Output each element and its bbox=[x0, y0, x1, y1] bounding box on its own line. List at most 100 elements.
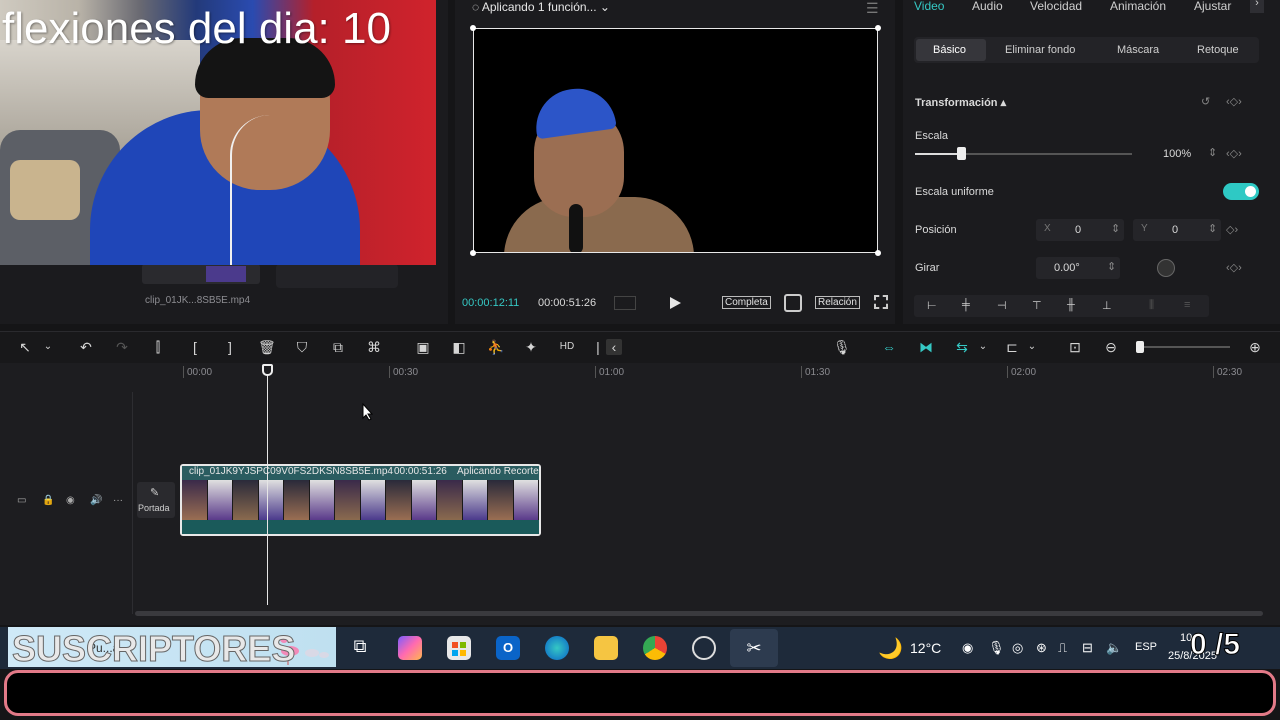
linkage-dropdown-icon[interactable]: ⌄ bbox=[975, 339, 991, 355]
tab-speed[interactable]: Velocidad bbox=[1030, 0, 1082, 13]
align-bottom-icon[interactable]: ⊥ bbox=[1102, 299, 1116, 313]
delete-icon[interactable]: 🗑 bbox=[258, 339, 276, 355]
obs-icon[interactable] bbox=[692, 636, 716, 660]
select-dropdown-icon[interactable]: ⌄ bbox=[40, 339, 56, 355]
rotate-keyframe-icon[interactable]: ‹◇› bbox=[1226, 261, 1242, 274]
edge-icon[interactable] bbox=[545, 636, 569, 660]
timeline-scrollbar[interactable] bbox=[135, 611, 1263, 616]
linkage-icon[interactable]: ⇆ bbox=[954, 339, 970, 355]
scale-slider-knob[interactable] bbox=[956, 147, 966, 160]
undo-icon[interactable]: ↶ bbox=[78, 339, 94, 355]
obs-tray-icon[interactable]: ◎ bbox=[1012, 640, 1023, 656]
tabs-next-icon[interactable]: › bbox=[1250, 0, 1264, 13]
distribute-h-icon: ⫼ bbox=[1149, 299, 1155, 311]
scale-keyframe-icon[interactable]: ‹◇› bbox=[1226, 147, 1242, 160]
zoom-out-icon[interactable]: ⊖ bbox=[1103, 339, 1119, 355]
main-track-magnet-icon[interactable]: ⇔ bbox=[881, 339, 897, 355]
align-top-icon[interactable]: ⊤ bbox=[1032, 299, 1046, 313]
video-preview[interactable] bbox=[473, 28, 878, 253]
align-center-h-icon[interactable]: ╪ bbox=[962, 299, 976, 313]
eye-icon[interactable]: ◉ bbox=[66, 495, 75, 506]
rotate-stepper-icon[interactable]: ⇕ bbox=[1107, 260, 1116, 273]
keyframe-nav-icon[interactable]: ‹◇› bbox=[1226, 95, 1242, 108]
subtab-mask[interactable]: Máscara bbox=[1117, 44, 1159, 56]
mirror-icon[interactable]: ◧ bbox=[451, 339, 467, 355]
resize-handle-tr[interactable] bbox=[875, 25, 881, 31]
auto-snap-icon[interactable]: ⧓ bbox=[918, 339, 934, 355]
more-icon[interactable]: ··· bbox=[113, 495, 123, 506]
rotate-dial-icon[interactable] bbox=[1157, 259, 1175, 277]
freeze-frame-icon[interactable]: ▣ bbox=[415, 339, 431, 355]
fit-to-screen-icon[interactable] bbox=[784, 294, 802, 312]
scale-value[interactable]: 100% bbox=[1163, 148, 1191, 160]
capcut-icon[interactable]: ✂ bbox=[742, 636, 766, 660]
preview-axis-icon[interactable]: ⊏ bbox=[1004, 339, 1020, 355]
zoom-in-icon[interactable]: ⊕ bbox=[1247, 339, 1263, 355]
magic-wand-icon[interactable]: ✦ bbox=[523, 339, 539, 355]
subtab-retouch[interactable]: Retoque bbox=[1197, 44, 1239, 56]
shield-icon[interactable]: ⛉ bbox=[294, 339, 310, 355]
preview-axis-dropdown-icon[interactable]: ⌄ bbox=[1024, 339, 1040, 355]
steam-icon[interactable]: ⊛ bbox=[1036, 640, 1047, 656]
aspect-ratio-button[interactable]: Relación bbox=[815, 296, 860, 309]
tab-adjust[interactable]: Ajustar bbox=[1194, 0, 1231, 13]
tab-audio[interactable]: Audio bbox=[972, 0, 1003, 13]
microsoft-store-icon[interactable] bbox=[447, 636, 471, 660]
zoom-slider-knob[interactable] bbox=[1136, 341, 1144, 353]
resize-handle-tl[interactable] bbox=[470, 25, 476, 31]
align-left-icon[interactable]: ⊢ bbox=[927, 299, 941, 313]
section-title-transform[interactable]: Transformación ▴ bbox=[915, 96, 1006, 109]
subtab-remove-background[interactable]: Eliminar fondo bbox=[1005, 44, 1075, 56]
select-cursor-icon[interactable]: ↖ bbox=[17, 339, 33, 355]
trim-right-icon[interactable]: ] bbox=[222, 339, 238, 355]
align-center-v-icon[interactable]: ╫ bbox=[1067, 299, 1081, 313]
resize-handle-br[interactable] bbox=[875, 250, 881, 256]
align-right-icon[interactable]: ⊣ bbox=[997, 299, 1011, 313]
usb-icon[interactable]: ⎍ bbox=[1058, 640, 1067, 656]
outlook-icon[interactable]: O bbox=[496, 636, 520, 660]
weather-temp[interactable]: 12°C bbox=[910, 640, 941, 656]
media-bin-thumbnail[interactable] bbox=[142, 264, 260, 284]
zoom-slider-track[interactable] bbox=[1140, 346, 1230, 348]
language-indicator[interactable]: ESP bbox=[1135, 641, 1157, 653]
remove-background-icon[interactable]: ⛹ bbox=[487, 339, 504, 355]
chevron-down-icon[interactable]: ⌄ bbox=[597, 0, 610, 14]
trim-left-icon[interactable]: [ bbox=[187, 339, 203, 355]
discord-icon[interactable]: ◉ bbox=[962, 640, 973, 656]
playhead-handle[interactable] bbox=[262, 364, 273, 376]
resize-handle-bl[interactable] bbox=[470, 250, 476, 256]
position-y-stepper-icon[interactable]: ⇕ bbox=[1208, 222, 1217, 235]
collapse-left-icon[interactable]: ‹ bbox=[606, 339, 622, 355]
lock-icon[interactable]: 🔒 bbox=[42, 495, 54, 506]
tab-animation[interactable]: Animación bbox=[1110, 0, 1166, 13]
task-view-icon[interactable]: ⧉ bbox=[348, 636, 372, 660]
split-icon[interactable]: ⫿ bbox=[150, 339, 166, 355]
subtab-basic[interactable]: Básico bbox=[933, 44, 966, 56]
play-button[interactable] bbox=[667, 295, 683, 311]
ruler-label: 02:30 bbox=[1217, 367, 1243, 378]
scale-stepper-icon[interactable]: ⇕ bbox=[1208, 146, 1217, 159]
media-bin-thumbnail-empty[interactable] bbox=[276, 264, 398, 288]
subscriber-counter: 0 /5 bbox=[1189, 628, 1241, 662]
crop-icon[interactable]: ⧉ bbox=[330, 339, 346, 355]
tab-video[interactable]: Video bbox=[914, 0, 944, 13]
microphone-icon[interactable]: 🎙 bbox=[833, 339, 851, 355]
chrome-icon[interactable] bbox=[643, 636, 667, 660]
fullscreen-icon[interactable] bbox=[874, 295, 888, 309]
copilot-icon[interactable] bbox=[398, 636, 422, 660]
position-x-stepper-icon[interactable]: ⇕ bbox=[1111, 222, 1120, 235]
position-keyframe-icon[interactable]: ◇› bbox=[1226, 223, 1238, 236]
mic-tray-icon[interactable]: 🎙 bbox=[988, 640, 1005, 656]
auto-reframe-icon[interactable]: ⌘ bbox=[366, 339, 382, 355]
pencil-icon: ✎ bbox=[150, 487, 160, 499]
network-icon[interactable]: ⊟ bbox=[1082, 640, 1093, 656]
speaker-icon[interactable]: 🔊 bbox=[90, 495, 102, 506]
menu-icon[interactable]: ☰ bbox=[866, 0, 879, 17]
file-explorer-icon[interactable] bbox=[594, 636, 618, 660]
volume-icon[interactable]: 🔈 bbox=[1106, 640, 1122, 656]
hd-icon[interactable]: HD bbox=[559, 339, 575, 355]
reset-icon[interactable]: ↺ bbox=[1201, 95, 1210, 108]
zoom-fit-icon[interactable]: ⊡ bbox=[1067, 339, 1083, 355]
fullscreen-quality-button[interactable]: Completa bbox=[722, 296, 771, 309]
grid-icon[interactable] bbox=[614, 296, 636, 310]
